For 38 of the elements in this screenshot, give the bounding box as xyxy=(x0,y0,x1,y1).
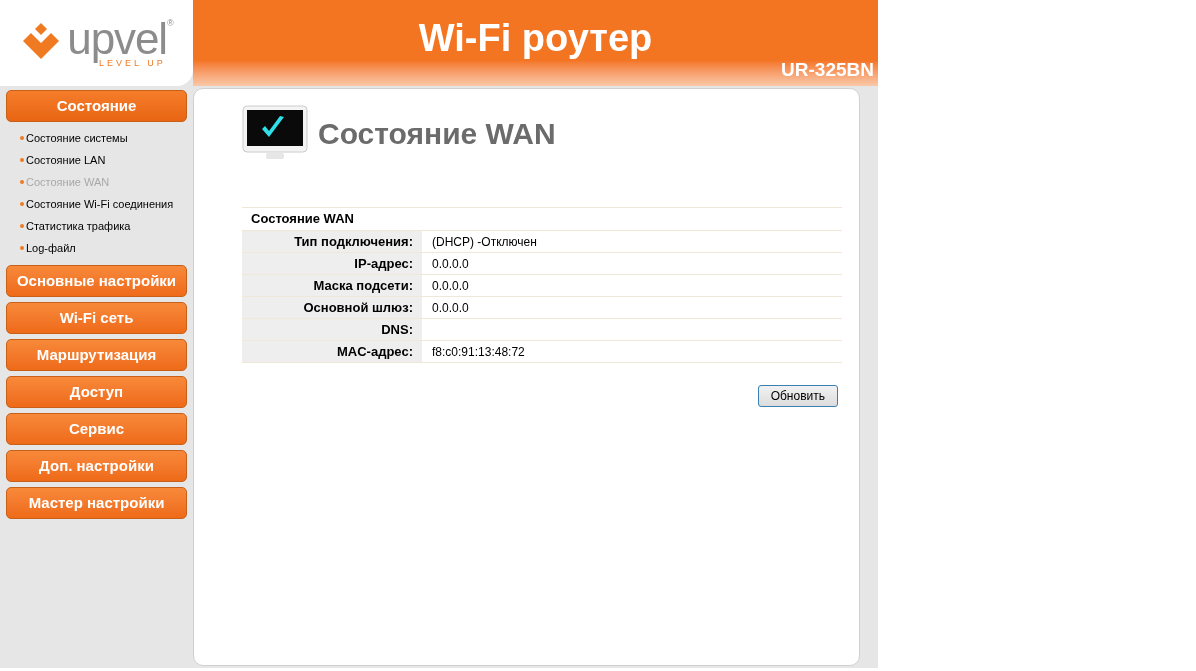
submenu-link[interactable]: Статистика трафика xyxy=(26,217,131,235)
model-name: UR-325BN xyxy=(781,57,874,82)
field-value: f8:c0:91:13:48:72 xyxy=(431,343,526,361)
bullet-icon xyxy=(20,246,24,250)
menu-button[interactable]: Мастер настройки xyxy=(6,487,187,519)
submenu-link[interactable]: Состояние Wi-Fi соединения xyxy=(26,195,174,213)
submenu-link[interactable]: Состояние LAN xyxy=(26,151,106,169)
page-title: Состояние WAN xyxy=(318,115,556,152)
field-label: DNS: xyxy=(242,319,422,340)
menu-button[interactable]: Wi-Fi сеть xyxy=(6,302,187,334)
field-label: Основной шлюз: xyxy=(242,297,422,318)
submenu-link[interactable]: Состояние системы xyxy=(26,129,128,147)
field-value: 0.0.0.0 xyxy=(431,255,470,273)
field-value: 0.0.0.0 xyxy=(431,277,470,295)
table-title: Состояние WAN xyxy=(250,210,355,229)
field-label: MAC-адрес: xyxy=(242,341,422,362)
bullet-icon xyxy=(20,180,24,184)
field-label: Маска подсети: xyxy=(242,275,422,296)
submenu-link[interactable]: Состояние WAN xyxy=(26,173,110,191)
monitor-check-icon xyxy=(242,105,308,161)
menu-button[interactable]: Доп. настройки xyxy=(6,450,187,482)
menu-button[interactable]: Доступ xyxy=(6,376,187,408)
bullet-icon xyxy=(20,158,24,162)
field-value: 0.0.0.0 xyxy=(431,299,470,317)
bullet-icon xyxy=(20,224,24,228)
registered-mark: ® xyxy=(167,18,174,28)
field-value: (DHCP) -Отключен xyxy=(431,233,538,251)
submenu-link[interactable]: Log-файл xyxy=(26,239,76,257)
menu-button[interactable]: Состояние xyxy=(6,90,187,122)
header-title: Wi-Fi роутер xyxy=(418,16,653,61)
refresh-button[interactable]: Обновить xyxy=(757,385,838,407)
bullet-icon xyxy=(20,202,24,206)
menu-button[interactable]: Основные настройки xyxy=(6,265,187,297)
bullet-icon xyxy=(20,136,24,140)
field-label: Тип подключения: xyxy=(242,231,422,252)
menu-button[interactable]: Маршрутизация xyxy=(6,339,187,371)
menu-button[interactable]: Сервис xyxy=(6,413,187,445)
field-label: IP-адрес: xyxy=(242,253,422,274)
